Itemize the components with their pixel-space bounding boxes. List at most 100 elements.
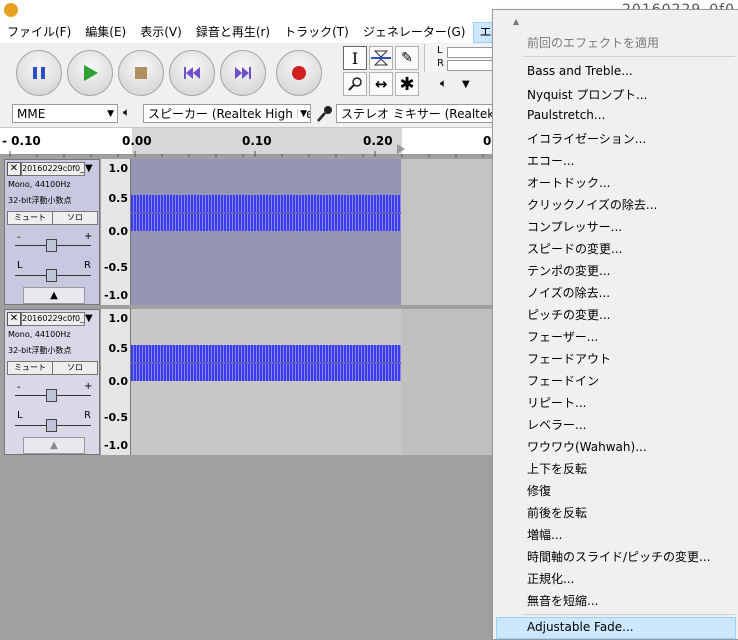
menu-item-nyquist-prompt[interactable]: Nyquist プロンプト... xyxy=(527,86,648,103)
track-rate: Mono, 44100Hz xyxy=(8,330,71,339)
menu-item-normalize[interactable]: 正規化... xyxy=(527,570,574,587)
menu-item-fade-out[interactable]: フェードアウト xyxy=(527,350,611,367)
pan-slider-thumb[interactable] xyxy=(46,269,57,282)
chevron-down-icon[interactable]: ▼ xyxy=(85,163,93,174)
track-empty-area[interactable] xyxy=(401,159,492,305)
collapse-track-button[interactable]: ▲ xyxy=(23,437,85,454)
track-control-panel[interactable]: ✕ 20160229c0f0_1 ▼ Mono, 44100Hz 32-bit浮… xyxy=(4,159,100,305)
level-meter[interactable]: L R xyxy=(424,44,495,72)
chevron-down-icon: ▼ xyxy=(298,105,307,122)
audio-host-value: MME xyxy=(17,107,46,121)
menu-item-noise-removal[interactable]: ノイズの除去... xyxy=(527,284,610,301)
multi-tool[interactable]: ✱ xyxy=(395,72,419,96)
close-track-button[interactable]: ✕ xyxy=(7,162,21,176)
menu-item-wahwah[interactable]: ワウワウ(Wahwah)... xyxy=(527,438,647,455)
mute-button[interactable]: ミュート xyxy=(7,361,53,375)
ruler-label: 0.00 xyxy=(122,134,152,148)
menu-item-leveler[interactable]: レベラー... xyxy=(527,416,586,433)
time-shift-tool[interactable]: ↔ xyxy=(369,72,393,96)
gain-minus-label: - xyxy=(17,232,21,243)
track-name-button[interactable]: 20160229c0f0_1 xyxy=(21,162,85,176)
pan-right-label: R xyxy=(84,260,91,271)
gain-slider-thumb[interactable] xyxy=(46,389,57,402)
microphone-icon xyxy=(317,106,332,122)
menu-generate[interactable]: ジェネレーター(G) xyxy=(356,22,473,43)
menu-item-phaser[interactable]: フェーザー... xyxy=(527,328,598,345)
menu-item-repeat[interactable]: リピート... xyxy=(527,394,586,411)
menu-item-equalization[interactable]: イコライゼーション... xyxy=(527,130,646,147)
track-control-panel[interactable]: ✕ 20160229c0f0_1 ▼ Mono, 44100Hz 32-bit浮… xyxy=(4,309,100,455)
timeline-ruler[interactable]: - 0.10 0.00 0.10 0.20 0 xyxy=(0,128,492,157)
close-track-button[interactable]: ✕ xyxy=(7,312,21,326)
close-icon: ✕ xyxy=(9,313,19,324)
chevron-down-icon[interactable]: ▼ xyxy=(462,79,470,90)
skip-to-start-icon xyxy=(184,67,200,79)
stop-button[interactable] xyxy=(118,50,164,96)
menu-item-paulstretch[interactable]: Paulstretch... xyxy=(527,108,605,122)
track-empty-area[interactable] xyxy=(401,309,492,455)
gain-slider-thumb[interactable] xyxy=(46,239,57,252)
skip-to-start-button[interactable] xyxy=(169,50,215,96)
skip-to-end-button[interactable] xyxy=(220,50,266,96)
audio-track[interactable]: ✕ 20160229c0f0_1 ▼ Mono, 44100Hz 32-bit浮… xyxy=(4,309,492,455)
track-rate: Mono, 44100Hz xyxy=(8,180,71,189)
waveform[interactable] xyxy=(131,309,401,455)
pan-slider-thumb[interactable] xyxy=(46,419,57,432)
chevron-down-icon[interactable]: ▼ xyxy=(85,313,93,324)
audio-track[interactable]: ✕ 20160229c0f0_1 ▼ Mono, 44100Hz 32-bit浮… xyxy=(4,159,492,305)
audio-host-select[interactable]: MME ▼ xyxy=(12,104,118,123)
envelope-tool[interactable] xyxy=(369,46,393,70)
ruler-label: - 0.10 xyxy=(2,134,41,148)
playback-volume-icon[interactable]: 🔈︎ xyxy=(440,76,447,91)
toolbar-area: I ✎ ↔ ✱ L R 🔈︎ ▼ xyxy=(0,43,495,102)
playback-device-select[interactable]: スピーカー (Realtek High Def ▼ xyxy=(143,104,311,123)
menu-item-bass-treble[interactable]: Bass and Treble... xyxy=(527,64,633,78)
pause-button[interactable] xyxy=(16,50,62,96)
menu-item-invert[interactable]: 上下を反転 xyxy=(527,460,587,477)
track-format: 32-bit浮動小数点 xyxy=(8,196,72,205)
scale-label: -0.5 xyxy=(103,261,128,274)
menu-edit[interactable]: 編集(E) xyxy=(78,22,133,43)
menu-item-change-tempo[interactable]: テンポの変更... xyxy=(527,262,610,279)
draw-tool[interactable]: ✎ xyxy=(395,46,419,70)
record-button[interactable] xyxy=(276,50,322,96)
menu-item-auto-duck[interactable]: オートドック... xyxy=(527,174,610,191)
menu-item-fade-in[interactable]: フェードイン xyxy=(527,372,599,389)
menu-tracks[interactable]: トラック(T) xyxy=(277,22,356,43)
menu-item-repeat-last-effect[interactable]: 前回のエフェクトを適用 xyxy=(527,34,659,51)
play-button[interactable] xyxy=(67,50,113,96)
zoom-tool[interactable] xyxy=(343,72,367,96)
caret-up-icon: ▲ xyxy=(50,440,58,451)
pause-icon xyxy=(33,67,45,79)
menu-item-click-removal[interactable]: クリックノイズの除去... xyxy=(527,196,657,213)
menu-item-adjustable-fade[interactable]: Adjustable Fade... xyxy=(527,620,634,634)
mute-button[interactable]: ミュート xyxy=(7,211,53,225)
ruler-label: 0.20 xyxy=(363,134,393,148)
menu-item-truncate-silence[interactable]: 無音を短縮... xyxy=(527,592,598,609)
menu-transport[interactable]: 録音と再生(r) xyxy=(189,22,277,43)
solo-button[interactable]: ソロ xyxy=(52,211,98,225)
recording-device-select[interactable]: ステレオ ミキサー (Realtek Hig xyxy=(336,104,492,123)
effect-menu: ▲ 前回のエフェクトを適用 Bass and Treble... Nyquist… xyxy=(492,9,738,640)
vertical-scale[interactable]: 1.0 0.5 0.0 -0.5 -1.0 xyxy=(101,159,131,305)
waveform[interactable] xyxy=(131,159,401,305)
menu-item-compressor[interactable]: コンプレッサー... xyxy=(527,218,622,235)
scale-label: 1.0 xyxy=(108,312,129,325)
meter-left-label: L xyxy=(437,45,443,56)
menu-item-sliding-time-scale[interactable]: 時間軸のスライド/ピッチの変更... xyxy=(527,548,711,565)
menu-file[interactable]: ファイル(F) xyxy=(0,22,78,43)
menu-item-echo[interactable]: エコー... xyxy=(527,152,574,169)
menu-item-reverse[interactable]: 前後を反転 xyxy=(527,504,587,521)
selection-tool[interactable]: I xyxy=(343,46,367,70)
track-name-button[interactable]: 20160229c0f0_1 xyxy=(21,312,85,326)
track-format: 32-bit浮動小数点 xyxy=(8,346,72,355)
caret-up-icon[interactable]: ▲ xyxy=(513,17,519,26)
menu-item-change-pitch[interactable]: ピッチの変更... xyxy=(527,306,610,323)
vertical-scale[interactable]: 1.0 0.5 0.0 -0.5 -1.0 xyxy=(101,309,131,455)
solo-button[interactable]: ソロ xyxy=(52,361,98,375)
menu-item-amplify[interactable]: 増幅... xyxy=(527,526,562,543)
menu-item-repair[interactable]: 修復 xyxy=(527,482,551,499)
collapse-track-button[interactable]: ▲ xyxy=(23,287,85,304)
menu-view[interactable]: 表示(V) xyxy=(133,22,189,43)
menu-item-change-speed[interactable]: スピードの変更... xyxy=(527,240,622,257)
